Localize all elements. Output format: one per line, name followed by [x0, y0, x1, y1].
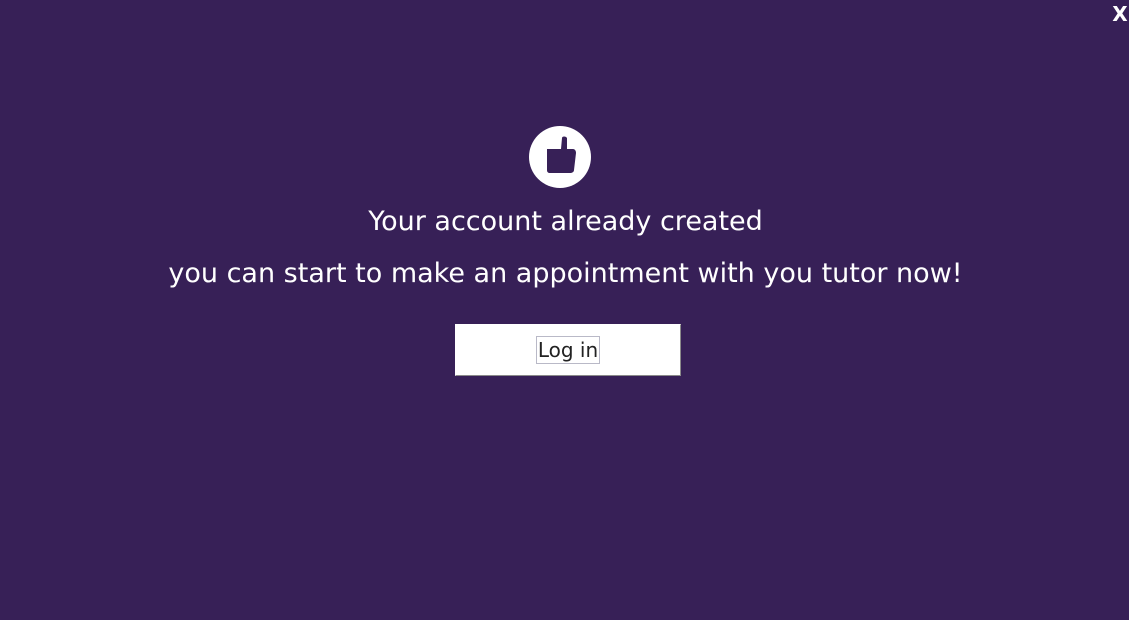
- login-button-label: Log in: [535, 336, 601, 364]
- page-subtitle: you can start to make an appointment wit…: [168, 258, 963, 289]
- login-button[interactable]: Log in: [455, 324, 681, 376]
- thumbs-up-icon: [529, 126, 591, 188]
- page-title: Your account already created: [368, 206, 763, 237]
- close-button[interactable]: X: [1111, 2, 1129, 26]
